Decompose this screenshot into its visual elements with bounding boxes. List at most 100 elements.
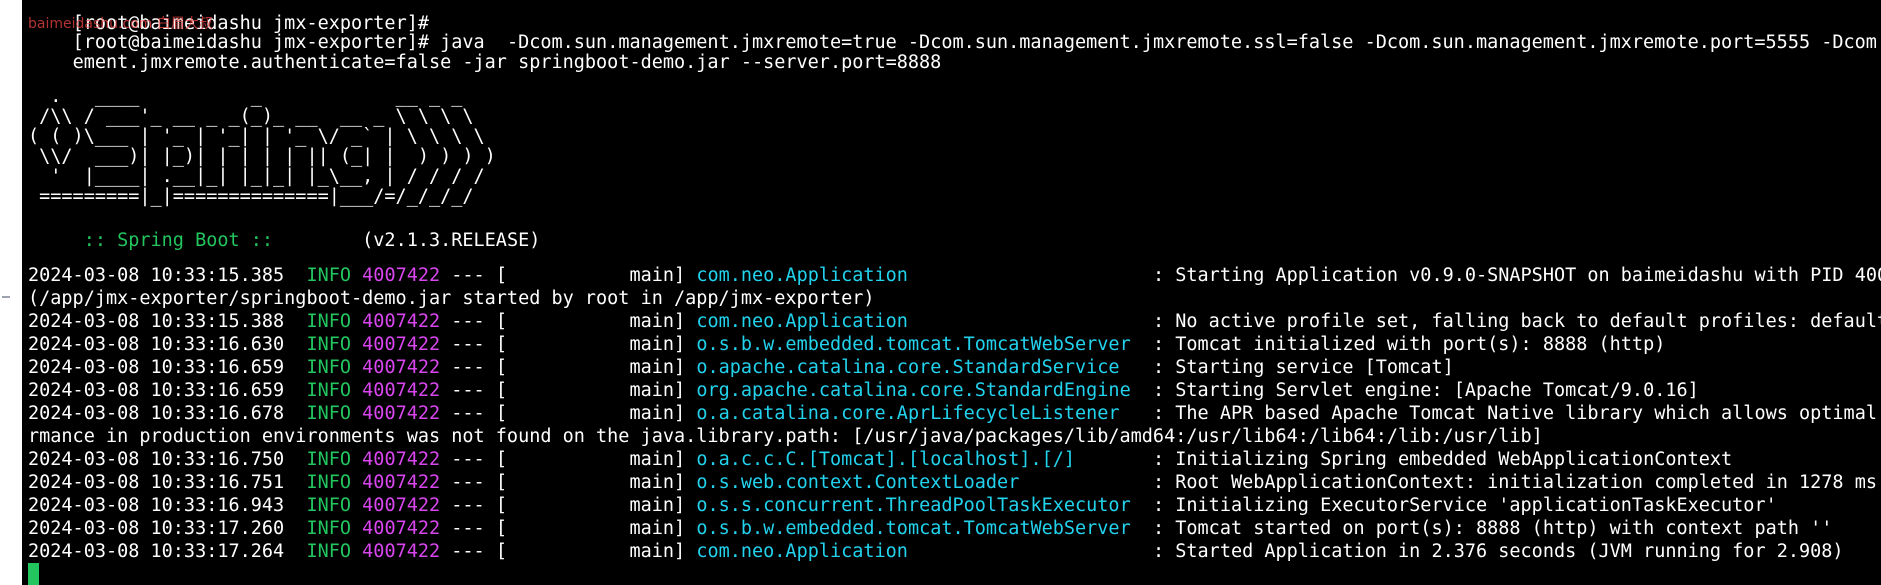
log-spacer xyxy=(284,472,306,493)
log-spacer xyxy=(685,495,696,516)
log-thread: --- [ main] xyxy=(451,541,686,562)
log-timestamp: 2024-03-08 10:33:17.260 xyxy=(28,518,285,539)
log-spacer xyxy=(284,495,306,516)
log-logger: com.neo.Application xyxy=(696,265,1142,286)
log-message: : Started Application in 2.376 seconds (… xyxy=(1141,541,1844,562)
log-spacer xyxy=(440,472,451,493)
log-line: 2024-03-08 10:33:16.750 INFO 4007422 ---… xyxy=(28,448,1732,471)
log-spacer xyxy=(284,449,306,470)
log-line: 2024-03-08 10:33:16.678 INFO 4007422 ---… xyxy=(28,402,1881,425)
log-spacer xyxy=(685,380,696,401)
log-thread: --- [ main] xyxy=(451,472,686,493)
log-spacer xyxy=(440,357,451,378)
log-message: : Starting service [Tomcat] xyxy=(1141,357,1454,378)
log-spacer xyxy=(351,380,362,401)
window-left-edge xyxy=(0,0,22,585)
log-level: INFO xyxy=(306,449,352,470)
log-logger: o.a.c.c.C.[Tomcat].[localhost].[/] xyxy=(696,449,1142,470)
log-line: 2024-03-08 10:33:17.260 INFO 4007422 ---… xyxy=(28,517,1832,540)
log-spacer xyxy=(440,403,451,424)
log-pid: 4007422 xyxy=(362,357,441,378)
log-logger: o.a.catalina.core.AprLifecycleListener xyxy=(696,403,1142,424)
log-thread: --- [ main] xyxy=(451,357,686,378)
log-level: INFO xyxy=(306,541,352,562)
log-spacer xyxy=(351,541,362,562)
log-pid: 4007422 xyxy=(362,518,441,539)
log-line: 2024-03-08 10:33:16.659 INFO 4007422 ---… xyxy=(28,356,1454,379)
log-pid: 4007422 xyxy=(362,311,441,332)
log-pid: 4007422 xyxy=(362,495,441,516)
log-spacer xyxy=(685,518,696,539)
log-pid: 4007422 xyxy=(362,334,441,355)
log-logger: o.apache.catalina.core.StandardService xyxy=(696,357,1142,378)
log-spacer xyxy=(440,541,451,562)
log-timestamp: 2024-03-08 10:33:16.630 xyxy=(28,334,285,355)
log-timestamp: 2024-03-08 10:33:15.385 xyxy=(28,265,285,286)
log-spacer xyxy=(685,403,696,424)
log-line: 2024-03-08 10:33:16.751 INFO 4007422 ---… xyxy=(28,471,1877,494)
log-pid: 4007422 xyxy=(362,265,441,286)
log-level: INFO xyxy=(306,265,352,286)
log-spacer xyxy=(685,357,696,378)
log-timestamp: 2024-03-08 10:33:16.751 xyxy=(28,472,285,493)
log-spacer xyxy=(284,518,306,539)
log-level: INFO xyxy=(306,518,352,539)
log-thread: --- [ main] xyxy=(451,449,686,470)
log-logger: com.neo.Application xyxy=(696,311,1142,332)
terminal-cursor xyxy=(28,563,39,585)
log-line: 2024-03-08 10:33:15.388 INFO 4007422 ---… xyxy=(28,310,1881,333)
log-message: : The APR based Apache Tomcat Native lib… xyxy=(1141,403,1881,424)
log-message: : Root WebApplicationContext: initializa… xyxy=(1141,472,1877,493)
log-spacer xyxy=(351,357,362,378)
log-logger: org.apache.catalina.core.StandardEngine xyxy=(696,380,1142,401)
log-line: 2024-03-08 10:33:17.264 INFO 4007422 ---… xyxy=(28,540,1844,563)
banner-text: . ____ _ __ _ _ xyxy=(28,86,463,107)
log-logger: o.s.b.w.embedded.tomcat.TomcatWebServer xyxy=(696,334,1142,355)
log-level: INFO xyxy=(306,380,352,401)
log-spacer xyxy=(351,472,362,493)
log-spacer xyxy=(685,311,696,332)
log-spacer xyxy=(440,311,451,332)
log-spacer xyxy=(440,334,451,355)
log-spacer xyxy=(284,311,306,332)
log-thread: --- [ main] xyxy=(451,518,686,539)
log-line: 2024-03-08 10:33:16.943 INFO 4007422 ---… xyxy=(28,494,1777,517)
log-timestamp: 2024-03-08 10:33:16.750 xyxy=(28,449,285,470)
banner-text: \\/ ___)| |_)| | | | | || (_| | ) ) ) ) xyxy=(28,146,496,167)
log-spacer xyxy=(284,357,306,378)
log-level: INFO xyxy=(306,403,352,424)
log-line: 2024-03-08 10:33:16.659 INFO 4007422 ---… xyxy=(28,379,1699,402)
log-spacer xyxy=(685,541,696,562)
log-spacer xyxy=(351,403,362,424)
log-message: : Initializing ExecutorService 'applicat… xyxy=(1141,495,1777,516)
banner-line: =========|_|==============|___/=/_/_/_/ xyxy=(28,185,474,208)
log-thread: --- [ main] xyxy=(451,311,686,332)
log-spacer xyxy=(351,334,362,355)
log-spacer xyxy=(440,265,451,286)
log-line: 2024-03-08 10:33:16.630 INFO 4007422 ---… xyxy=(28,333,1665,356)
log-pid: 4007422 xyxy=(362,472,441,493)
log-message: : Starting Servlet engine: [Apache Tomca… xyxy=(1141,380,1699,401)
log-spacer xyxy=(440,518,451,539)
log-message: : Starting Application v0.9.0-SNAPSHOT o… xyxy=(1141,265,1881,286)
log-timestamp: 2024-03-08 10:33:15.388 xyxy=(28,311,285,332)
log-message: : Tomcat initialized with port(s): 8888 … xyxy=(1141,334,1666,355)
log-level: INFO xyxy=(306,334,352,355)
log-spacer xyxy=(440,495,451,516)
log-spacer xyxy=(284,334,306,355)
command-text-wrap: ement.jmxremote.authenticate=false -jar … xyxy=(72,52,942,73)
log-timestamp: 2024-03-08 10:33:17.264 xyxy=(28,541,285,562)
banner-text: =========|_|==============|___/=/_/_/_/ xyxy=(28,186,474,207)
terminal-window[interactable]: [root@baimeidashu jmx-exporter]# baimeid… xyxy=(22,0,1881,585)
log-spacer xyxy=(685,449,696,470)
spring-boot-version: (v2.1.3.RELEASE) xyxy=(284,230,541,251)
banner-text: /\\ / ___'_ __ _ _(_)_ __ __ _ \ \ \ \ xyxy=(28,106,474,127)
log-pid: 4007422 xyxy=(362,541,441,562)
banner-text: ' |____| .__|_| |_|_| |_\__, | / / / / xyxy=(28,166,485,187)
log-timestamp: 2024-03-08 10:33:16.943 xyxy=(28,495,285,516)
log-spacer xyxy=(284,380,306,401)
log-message: : Initializing Spring embedded WebApplic… xyxy=(1141,449,1733,470)
scroll-marker xyxy=(2,296,10,298)
log-thread: --- [ main] xyxy=(451,265,686,286)
log-spacer xyxy=(351,518,362,539)
